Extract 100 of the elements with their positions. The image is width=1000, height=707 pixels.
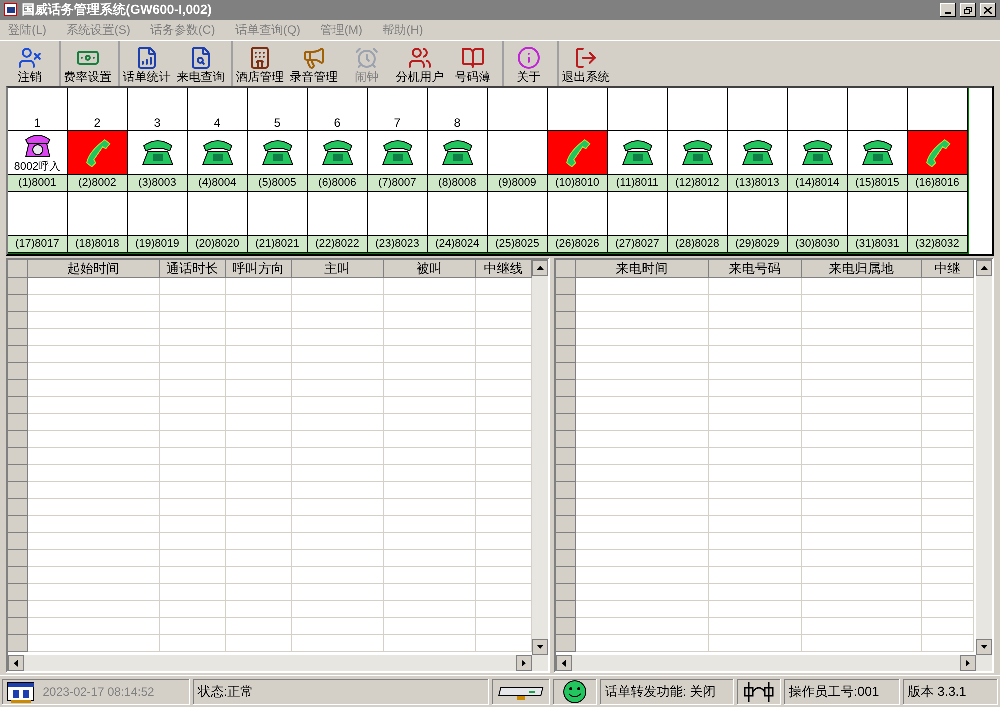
- row-header[interactable]: [556, 516, 576, 533]
- column-header[interactable]: 中继线: [476, 260, 532, 278]
- extension-label[interactable]: (18)8018: [68, 236, 127, 253]
- row-header[interactable]: [8, 550, 28, 567]
- horizontal-scrollbar[interactable]: [8, 655, 548, 671]
- vertical-scrollbar[interactable]: [532, 260, 548, 655]
- offhook-cell[interactable]: [548, 131, 607, 175]
- extension-label[interactable]: (12)8012: [668, 175, 727, 192]
- extension-label[interactable]: (31)8031: [848, 236, 907, 253]
- row-header[interactable]: [8, 567, 28, 584]
- row-header[interactable]: [8, 414, 28, 431]
- row-header[interactable]: [8, 431, 28, 448]
- row-header[interactable]: [556, 363, 576, 380]
- offhook-cell[interactable]: [68, 131, 127, 175]
- extension-label[interactable]: (22)8022: [308, 236, 367, 253]
- offhook-cell[interactable]: [908, 131, 967, 175]
- toolbar-button[interactable]: 分机用户: [393, 41, 447, 86]
- row-header[interactable]: [8, 482, 28, 499]
- row-header[interactable]: [8, 499, 28, 516]
- extension-label[interactable]: (16)8016: [908, 175, 967, 192]
- row-header[interactable]: [556, 448, 576, 465]
- vertical-scrollbar[interactable]: [976, 260, 992, 655]
- column-header[interactable]: 被叫: [384, 260, 476, 278]
- restore-button[interactable]: [960, 3, 976, 17]
- extension-label[interactable]: (3)8003: [128, 175, 187, 192]
- extension-label[interactable]: (4)8004: [188, 175, 247, 192]
- row-header[interactable]: [8, 601, 28, 618]
- toolbar-button[interactable]: 号码薄: [447, 41, 499, 86]
- horizontal-scrollbar[interactable]: [556, 655, 992, 671]
- extension-label[interactable]: (17)8017: [8, 236, 67, 253]
- row-header[interactable]: [556, 550, 576, 567]
- row-header[interactable]: [556, 482, 576, 499]
- extension-label[interactable]: (15)8015: [848, 175, 907, 192]
- column-header[interactable]: 通话时长: [160, 260, 226, 278]
- extension-label[interactable]: (9)8009: [488, 175, 547, 192]
- row-header[interactable]: [556, 278, 576, 295]
- row-header[interactable]: [556, 295, 576, 312]
- row-header[interactable]: [8, 618, 28, 635]
- column-header[interactable]: 主叫: [292, 260, 384, 278]
- row-header[interactable]: [8, 448, 28, 465]
- column-header[interactable]: 来电号码: [709, 260, 802, 278]
- row-header[interactable]: [556, 635, 576, 652]
- extension-label[interactable]: (20)8020: [188, 236, 247, 253]
- column-header[interactable]: 中继: [922, 260, 974, 278]
- extension-label[interactable]: (21)8021: [248, 236, 307, 253]
- extension-label[interactable]: (2)8002: [68, 175, 127, 192]
- extension-label[interactable]: (26)8026: [548, 236, 607, 253]
- extension-label[interactable]: (10)8010: [548, 175, 607, 192]
- extension-label[interactable]: (32)8032: [908, 236, 967, 253]
- row-header[interactable]: [8, 363, 28, 380]
- row-header[interactable]: [556, 414, 576, 431]
- row-header[interactable]: [8, 312, 28, 329]
- column-header[interactable]: 呼叫方向: [226, 260, 292, 278]
- row-header[interactable]: [556, 567, 576, 584]
- extension-label[interactable]: (11)8011: [608, 175, 667, 192]
- extension-label[interactable]: (8)8008: [428, 175, 487, 192]
- row-header[interactable]: [556, 618, 576, 635]
- row-header[interactable]: [556, 533, 576, 550]
- row-header[interactable]: [8, 533, 28, 550]
- row-header[interactable]: [8, 635, 28, 652]
- extension-label[interactable]: (5)8005: [248, 175, 307, 192]
- row-header[interactable]: [556, 431, 576, 448]
- row-header[interactable]: [556, 499, 576, 516]
- extension-label[interactable]: (24)8024: [428, 236, 487, 253]
- extension-label[interactable]: (23)8023: [368, 236, 427, 253]
- row-header[interactable]: [8, 397, 28, 414]
- row-header[interactable]: [556, 584, 576, 601]
- extension-label[interactable]: (30)8030: [788, 236, 847, 253]
- row-header[interactable]: [556, 346, 576, 363]
- row-header[interactable]: [556, 312, 576, 329]
- extension-label[interactable]: (25)8025: [488, 236, 547, 253]
- extension-label[interactable]: (1)8001: [8, 175, 67, 192]
- extension-label[interactable]: (29)8029: [728, 236, 787, 253]
- extension-label[interactable]: (28)8028: [668, 236, 727, 253]
- close-button[interactable]: [980, 3, 996, 17]
- extension-label[interactable]: (7)8007: [368, 175, 427, 192]
- row-header[interactable]: [8, 295, 28, 312]
- row-header[interactable]: [8, 516, 28, 533]
- extension-label[interactable]: (19)8019: [128, 236, 187, 253]
- extension-label[interactable]: (13)8013: [728, 175, 787, 192]
- row-header[interactable]: [556, 465, 576, 482]
- toolbar-button[interactable]: 录音管理: [287, 41, 341, 86]
- minimize-button[interactable]: [940, 3, 956, 17]
- row-header[interactable]: [556, 380, 576, 397]
- row-header[interactable]: [8, 278, 28, 295]
- extension-label[interactable]: (14)8014: [788, 175, 847, 192]
- column-header[interactable]: 来电归属地: [802, 260, 922, 278]
- column-header[interactable]: 来电时间: [576, 260, 709, 278]
- extension-label[interactable]: (6)8006: [308, 175, 367, 192]
- row-header[interactable]: [8, 380, 28, 397]
- row-header[interactable]: [556, 601, 576, 618]
- row-header[interactable]: [556, 397, 576, 414]
- row-header[interactable]: [8, 584, 28, 601]
- extension-label[interactable]: (27)8027: [608, 236, 667, 253]
- row-header[interactable]: [8, 346, 28, 363]
- row-header[interactable]: [8, 465, 28, 482]
- row-header[interactable]: [556, 329, 576, 346]
- column-header[interactable]: 起始时间: [28, 260, 160, 278]
- toolbar-button[interactable]: 注销: [4, 41, 56, 86]
- row-header[interactable]: [8, 329, 28, 346]
